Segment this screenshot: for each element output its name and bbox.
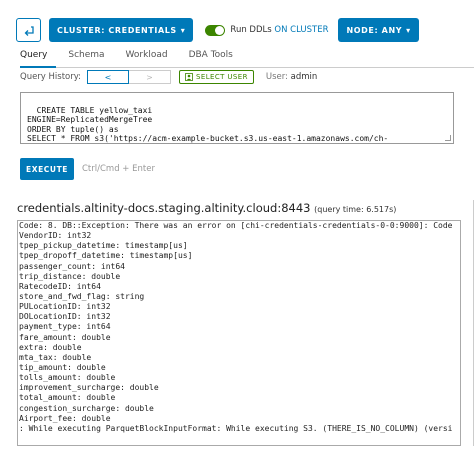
result-line: Code: 8. DB::Exception: There was an err… [19, 221, 453, 230]
result-output[interactable]: Code: 8. DB::Exception: There was an err… [17, 220, 461, 446]
tab-query[interactable]: Query [20, 48, 57, 68]
result-line: fare_amount: double [19, 332, 111, 342]
query-time: (query time: 6.517s) [314, 205, 397, 214]
user-label: User: [265, 72, 288, 82]
run-ddls-toggle[interactable] [205, 24, 226, 36]
result-line: payment_type: int64 [19, 322, 111, 332]
node-dropdown[interactable]: NODE: ANY ▾ [338, 18, 419, 42]
result-line: tolls_amount: double [19, 373, 116, 383]
tab-dba-tools[interactable]: DBA Tools [189, 48, 242, 68]
result-line: congestion_surcharge: double [19, 403, 154, 413]
toggle-label: Run DDLs ON CLUSTER [230, 25, 328, 35]
execute-row: EXECUTE Ctrl/Cmd + Enter [20, 158, 155, 180]
user-name: admin [290, 72, 318, 82]
toggle-on-cluster-text: ON CLUSTER [274, 25, 329, 35]
current-user: User: admin [266, 72, 317, 82]
result-line: tip_amount: double [19, 362, 106, 372]
result-line: extra: double [19, 342, 82, 352]
result-line: trip_distance: double [19, 271, 121, 281]
result-line: passenger_count: int64 [19, 261, 125, 271]
select-user-button[interactable]: SELECT USER [179, 70, 254, 84]
result-line: RatecodeID: int64 [19, 281, 101, 291]
execute-button[interactable]: EXECUTE [20, 158, 74, 180]
execute-shortcut-hint: Ctrl/Cmd + Enter [82, 164, 155, 174]
result-line: total_amount: double [19, 393, 116, 403]
history-nav: < > [87, 70, 172, 84]
query-editor[interactable]: CREATE TABLE yellow_taxi ENGINE=Replicat… [20, 92, 454, 144]
result-host: credentials.altinity-docs.staging.altini… [17, 201, 311, 215]
history-next-button[interactable]: > [129, 70, 172, 84]
select-user-label: SELECT USER [196, 73, 248, 81]
run-ddls-toggle-group: Run DDLs ON CLUSTER [205, 24, 328, 36]
result-line: tpep_dropoff_datetime: timestamp[us] [19, 251, 193, 261]
return-arrow-icon [24, 26, 34, 36]
query-history-label: Query History: [20, 72, 82, 82]
result-line: tpep_pickup_datetime: timestamp[us] [19, 241, 188, 251]
node-label: NODE: ANY [346, 25, 403, 35]
toggle-label-text: Run DDLs [230, 25, 272, 35]
result-header: credentials.altinity-docs.staging.altini… [17, 201, 396, 215]
query-history-bar: Query History: < > SELECT USER User: adm… [20, 70, 317, 84]
result-line: store_and_fwd_flag: string [19, 291, 145, 301]
tab-schema[interactable]: Schema [68, 48, 113, 68]
query-text: CREATE TABLE yellow_taxi ENGINE=Replicat… [27, 105, 389, 144]
back-button[interactable] [16, 18, 41, 42]
result-line: : While executing ParquetBlockInputForma… [19, 423, 453, 433]
cluster-label: CLUSTER: CREDENTIALS [57, 25, 177, 35]
result-line: VendorID: int32 [19, 231, 92, 241]
history-prev-button[interactable]: < [87, 70, 130, 84]
result-line: mta_tax: double [19, 352, 92, 362]
result-line: PULocationID: int32 [19, 302, 111, 312]
resize-handle[interactable] [445, 135, 451, 141]
user-icon [185, 73, 193, 81]
tab-bar: Query Schema Workload DBA Tools [20, 48, 474, 68]
cluster-dropdown[interactable]: CLUSTER: CREDENTIALS ▾ [49, 18, 194, 42]
toolbar: CLUSTER: CREDENTIALS ▾ Run DDLs ON CLUST… [16, 18, 474, 42]
chevron-down-icon: ▾ [406, 25, 411, 35]
result-line: improvement_surcharge: double [19, 383, 159, 393]
result-line: DOLocationID: int32 [19, 312, 111, 322]
result-line: Airport_fee: double [19, 413, 111, 423]
chevron-down-icon: ▾ [180, 25, 186, 35]
tab-workload[interactable]: Workload [126, 48, 177, 68]
